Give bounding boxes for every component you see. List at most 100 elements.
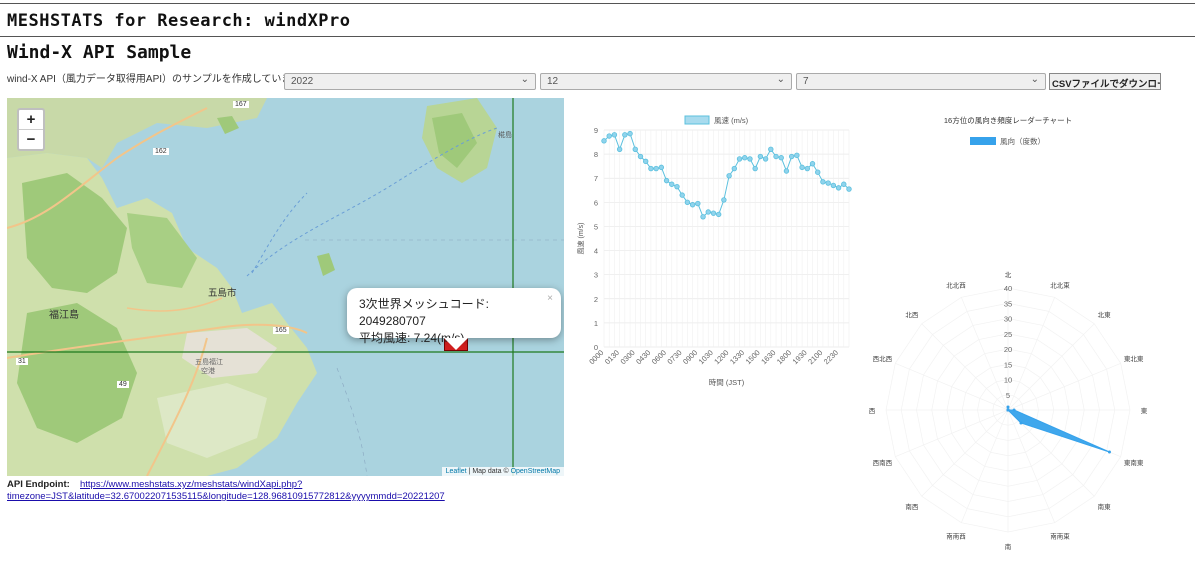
data-point [663,177,670,184]
data-point [731,165,738,172]
y-axis-label: 風速 (m/s) [577,223,585,255]
data-point [627,130,633,137]
road-label-165: 165 [273,327,289,334]
data-point [804,165,810,172]
radar-data-point [1107,450,1111,454]
radar-direction-label: 東北東 [1124,354,1144,363]
zoom-in-button[interactable]: + [19,110,43,130]
data-point [653,165,659,172]
y-tick-label: 1 [594,319,598,328]
y-tick-label: 9 [594,126,598,135]
data-point [757,153,764,160]
data-point [788,153,795,160]
api-endpoint-link[interactable]: https://www.meshstats.xyz/meshstats/wind… [80,479,302,490]
road-label-167: 167 [233,101,249,108]
csv-download-button[interactable]: CSVファイルでダウンロード [1049,73,1161,90]
osm-link[interactable]: OpenStreetMap [511,468,560,475]
radar-direction-label: 東 [1141,406,1148,415]
data-point [684,199,691,206]
x-tick-label: 1800 [775,348,793,366]
data-point [830,182,837,189]
data-point [710,210,717,216]
radar-tick-label: 35 [1004,299,1012,308]
popup-close-button[interactable]: × [547,290,553,307]
radar-legend-swatch [970,137,996,145]
y-tick-label: 5 [594,222,598,231]
data-point [773,153,779,160]
map-label-goto: 五島市 [208,288,237,299]
x-tick-label: 2100 [806,348,824,366]
radar-direction-label: 南 [1005,542,1012,550]
radar-spoke [960,409,1009,523]
radar-direction-label: 南東 [1098,502,1112,511]
data-point [841,181,847,187]
y-tick-label: 2 [594,295,598,304]
data-point [721,197,727,203]
data-point [794,152,800,159]
radar-tick-label: 30 [1004,315,1012,324]
x-axis-label: 時間 (JST) [709,378,745,387]
leaflet-link[interactable]: Leaflet [446,468,467,475]
data-point [752,165,758,172]
y-tick-label: 7 [594,174,598,183]
data-point [658,164,665,171]
data-point [799,164,805,171]
attribution-text: | Map data © [468,468,509,475]
radar-spoke [1007,362,1121,411]
x-tick-label: 1200 [712,348,730,366]
data-point [601,138,607,144]
api-endpoint-label: API Endpoint: [7,479,70,490]
data-point [643,158,649,165]
radar-data-point [1019,421,1023,425]
road-label-49: 49 [117,381,129,388]
radar-tick-label: 20 [1004,345,1012,354]
data-point [742,155,748,161]
radar-direction-label: 北北東 [1050,280,1070,289]
y-tick-label: 8 [594,150,598,159]
y-tick-label: 4 [594,247,598,256]
data-point [815,169,821,175]
zoom-out-button[interactable]: − [19,130,43,149]
data-point [778,155,784,161]
data-point [637,153,644,160]
data-point [825,180,831,186]
map-label-fukue: 福江島 [49,310,79,321]
road-label-31: 31 [16,358,28,365]
popup-mesh-code: 3次世界メッシュコード: 2049280707 [359,297,490,328]
radar-spoke [895,409,1009,458]
top-rule [0,3,1195,4]
data-point [736,156,743,162]
x-tick-label: 0600 [650,348,668,366]
api-endpoint-link-cont[interactable]: timezone=JST&latitude=32.670022071535115… [7,491,445,502]
radar-spoke [895,362,1009,411]
radar-tick-label: 10 [1004,376,1012,385]
x-tick-label: 2230 [822,348,840,366]
data-point [768,146,774,152]
data-point [705,209,711,215]
data-point [715,211,722,218]
year-select-value: 2022 [291,76,314,87]
y-tick-label: 6 [594,198,598,207]
legend-swatch [684,115,710,125]
radar-title: 16方位の風向き頻度レーダーチャート [944,115,1072,125]
radar-tick-label: 5 [1006,391,1010,400]
x-tick-label: 0130 [603,348,621,366]
y-tick-label: 3 [594,271,598,280]
year-select[interactable]: 2022 ⌄ [284,73,536,90]
month-select-value: 12 [547,76,559,87]
radar-direction-label: 南南西 [946,532,966,541]
data-point [622,132,628,138]
day-select[interactable]: 7 ⌄ [796,73,1046,90]
radar-tick-label: 40 [1004,284,1012,293]
chevron-down-icon: ⌄ [776,74,785,85]
map-view[interactable]: + − 福江島 五島市 五島福江 空港 椛島 162 167 165 31 49… [7,98,564,476]
radar-direction-label: 南西 [905,502,919,511]
radar-direction-label: 北 [1005,271,1012,279]
chevron-down-icon: ⌄ [1030,74,1039,85]
map-tiles [7,98,564,476]
radar-direction-label: 東南東 [1124,458,1144,467]
wind-direction-radar-chart: 16方位の風向き頻度レーダーチャート風向（度数）北北北東北東東北東東東南東南東南… [869,115,1148,550]
radar-direction-label: 南南東 [1050,532,1070,541]
month-select[interactable]: 12 ⌄ [540,73,792,90]
data-point [846,186,852,192]
